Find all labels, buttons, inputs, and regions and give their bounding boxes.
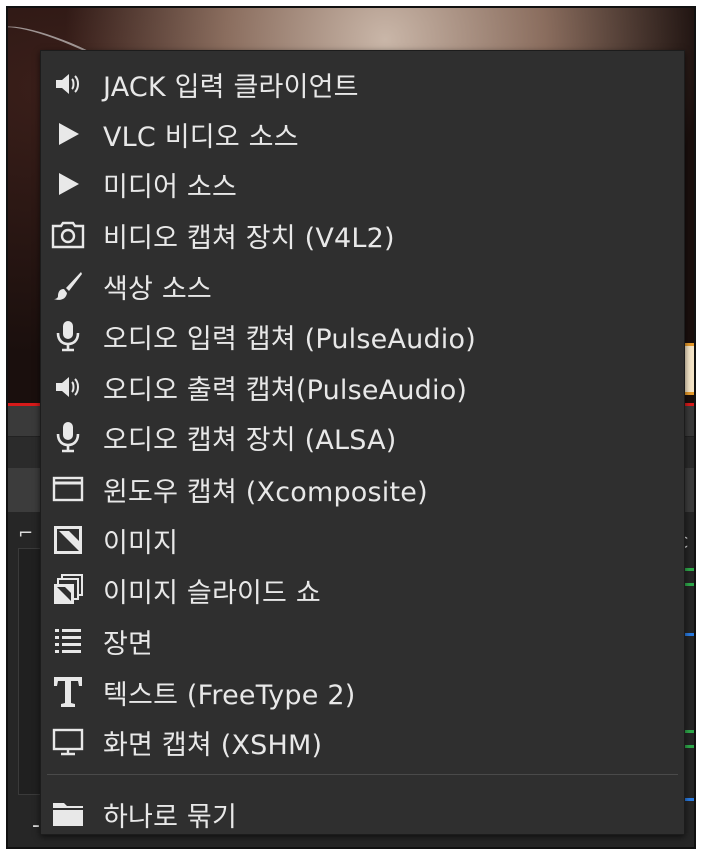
menu-item-vlc-video[interactable]: VLC 비디오 소스 (41, 109, 684, 159)
microphone-icon (49, 317, 87, 355)
play-icon (49, 165, 87, 203)
microphone-icon (49, 418, 87, 456)
menu-item-video-capture[interactable]: 비디오 캡쳐 장치 (V4L2) (41, 210, 684, 260)
slideshow-icon (49, 571, 87, 609)
menu-item-label: 이미지 (103, 527, 179, 559)
menu-item-color-source[interactable]: 색상 소스 (41, 261, 684, 311)
menu-item-image-slideshow[interactable]: 이미지 슬라이드 쇼 (41, 565, 684, 615)
menu-item-label: 오디오 출력 캡쳐(PulseAudio) (103, 374, 468, 406)
menu-item-media-source[interactable]: 미디어 소스 (41, 159, 684, 209)
menu-item-label: 텍스트 (FreeType 2) (103, 679, 356, 711)
dock-corner-icon: ⌐ (18, 523, 34, 544)
menu-item-audio-capture-alsa[interactable]: 오디오 캡쳐 장치 (ALSA) (41, 412, 684, 462)
window-icon (49, 470, 87, 508)
speaker-icon (49, 368, 87, 406)
monitor-icon (49, 723, 87, 761)
menu-separator (47, 774, 678, 775)
menu-item-label: 비디오 캡쳐 장치 (V4L2) (103, 222, 395, 254)
menu-item-group[interactable]: 하나로 묶기 (41, 789, 684, 839)
menu-item-label: 미디어 소스 (103, 171, 237, 203)
menu-item-jack-input[interactable]: JACK 입력 클라이언트 (41, 59, 684, 109)
menu-item-label: 이미지 슬라이드 쇼 (103, 577, 321, 609)
menu-item-label: 오디오 입력 캡쳐 (PulseAudio) (103, 323, 476, 355)
play-icon (49, 115, 87, 153)
menu-item-label: 오디오 캡쳐 장치 (ALSA) (103, 424, 397, 456)
camera-icon (49, 216, 87, 254)
menu-item-audio-input-pulse[interactable]: 오디오 입력 캡쳐 (PulseAudio) (41, 311, 684, 361)
add-source-context-menu: JACK 입력 클라이언트 VLC 비디오 소스 미디어 소스 비디오 캡쳐 장… (40, 50, 685, 835)
image-icon (49, 521, 87, 559)
menu-item-label: VLC 비디오 소스 (103, 121, 299, 153)
menu-item-audio-output-pulse[interactable]: 오디오 출력 캡쳐(PulseAudio) (41, 362, 684, 412)
menu-item-text-freetype[interactable]: 텍스트 (FreeType 2) (41, 667, 684, 717)
folder-icon (49, 795, 87, 833)
menu-item-image[interactable]: 이미지 (41, 515, 684, 565)
menu-item-window-capture[interactable]: 윈도우 캡쳐 (Xcomposite) (41, 464, 684, 514)
menu-item-label: 화면 캡쳐 (XSHM) (103, 729, 323, 761)
menu-item-label: 윈도우 캡쳐 (Xcomposite) (103, 476, 428, 508)
menu-item-scene[interactable]: 장면 (41, 616, 684, 666)
menu-item-label: 장면 (103, 628, 154, 660)
menu-item-screen-capture[interactable]: 화면 캡쳐 (XSHM) (41, 717, 684, 767)
menu-item-label: 색상 소스 (103, 273, 212, 305)
menu-item-label: 하나로 묶기 (103, 801, 237, 833)
remove-icon[interactable]: - (32, 813, 40, 838)
list-icon (49, 622, 87, 660)
speaker-icon (49, 65, 87, 103)
text-icon (49, 673, 87, 711)
brush-icon (49, 267, 87, 305)
menu-item-label: JACK 입력 클라이언트 (103, 71, 359, 103)
